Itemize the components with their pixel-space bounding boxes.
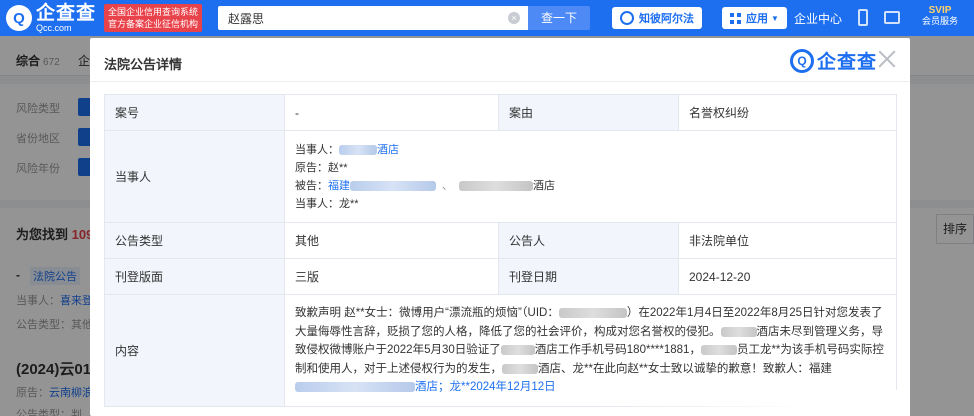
qcc-logo[interactable]: Q 企查查 Qcc.com — [6, 4, 96, 33]
logo-mark-icon: Q — [6, 5, 32, 31]
modal-title: 法院公告详情 — [104, 57, 183, 72]
modal-header: 法院公告详情 Q 企查查 — [90, 38, 910, 82]
notice-type-label: 公告类型 — [104, 222, 285, 259]
clear-icon[interactable]: × — [508, 12, 520, 24]
apology-hotel-link[interactable]: 酒店；龙**2024年12月12日 — [415, 381, 556, 393]
grid-icon — [730, 12, 741, 24]
logo-subtitle: Qcc.com — [36, 22, 72, 33]
logo-mark-icon: Q — [790, 48, 814, 73]
party-line-4: 当事人：龙** — [295, 197, 359, 210]
official-badge: 全国企业信用查询系统 官方备案企业征信机构 — [104, 4, 203, 32]
content-label: 内容 — [104, 294, 285, 407]
plaintiff-line: 原告：赵** — [295, 161, 348, 174]
page-section-label: 刊登版面 — [104, 258, 285, 295]
table-row: 当事人 当事人： 酒店 原告：赵** 被告：福建、酒店 当事人：龙** — [104, 130, 897, 223]
cause-label: 案由 — [498, 94, 679, 131]
message-icon[interactable] — [884, 11, 900, 24]
apps-button[interactable]: 应用 ▼ — [722, 7, 787, 29]
phone-icon[interactable] — [858, 9, 868, 26]
search-input[interactable] — [228, 11, 498, 25]
search-box: × — [218, 6, 528, 30]
table-row: 案号 - 案由 名誉权纠纷 — [104, 94, 897, 131]
zhibi-alpha-button[interactable]: 知彼阿尔法 — [612, 7, 702, 29]
publish-date-label: 刊登日期 — [498, 258, 679, 295]
caret-down-icon: ▼ — [771, 13, 779, 23]
enterprise-center-link[interactable]: 企业中心 — [794, 10, 842, 27]
party-label: 当事人 — [104, 130, 285, 223]
publish-date-value: 2024-12-20 — [678, 258, 897, 295]
content-fade-overlay — [590, 390, 910, 416]
defendant-company-link[interactable]: 福建 — [328, 180, 436, 192]
cause-value: 名誉权纠纷 — [678, 94, 897, 131]
close-icon[interactable] — [876, 48, 898, 70]
svip-membership[interactable]: SVIP 会员服务 — [922, 5, 958, 27]
party-hotel-link[interactable]: 酒店 — [339, 144, 399, 156]
notice-type-value: 其他 — [284, 222, 499, 259]
search-button[interactable]: 查一下 — [528, 6, 590, 30]
announcer-value: 非法院单位 — [678, 222, 897, 259]
court-notice-detail-modal: 法院公告详情 Q 企查查 案号 - 案由 名誉权纠纷 当事人 当事人： 酒店 原告… — [90, 38, 910, 416]
modal-logo: Q 企查查 — [790, 47, 877, 74]
table-row: 刊登版面 三版 刊登日期 2024-12-20 — [104, 258, 897, 295]
announcer-label: 公告人 — [498, 222, 679, 259]
top-navigation-bar: Q 企查查 Qcc.com 全国企业信用查询系统 官方备案企业征信机构 × 查一… — [0, 0, 974, 36]
page-section-value: 三版 — [284, 258, 499, 295]
logo-title: 企查查 — [36, 2, 97, 24]
alpha-logo-icon — [620, 11, 634, 25]
detail-table: 案号 - 案由 名誉权纠纷 当事人 当事人： 酒店 原告：赵** 被告：福建、酒店… — [104, 94, 897, 407]
table-row: 公告类型 其他 公告人 非法院单位 — [104, 222, 897, 259]
case-number-label: 案号 — [104, 94, 285, 131]
party-value: 当事人： 酒店 原告：赵** 被告：福建、酒店 当事人：龙** — [284, 130, 897, 223]
content-text: 致歉声明 赵**女士：微博用户“漂流瓶的烦恼”（UID： ）在2022年1月4日至… — [295, 307, 884, 394]
case-number-value: - — [284, 94, 499, 131]
